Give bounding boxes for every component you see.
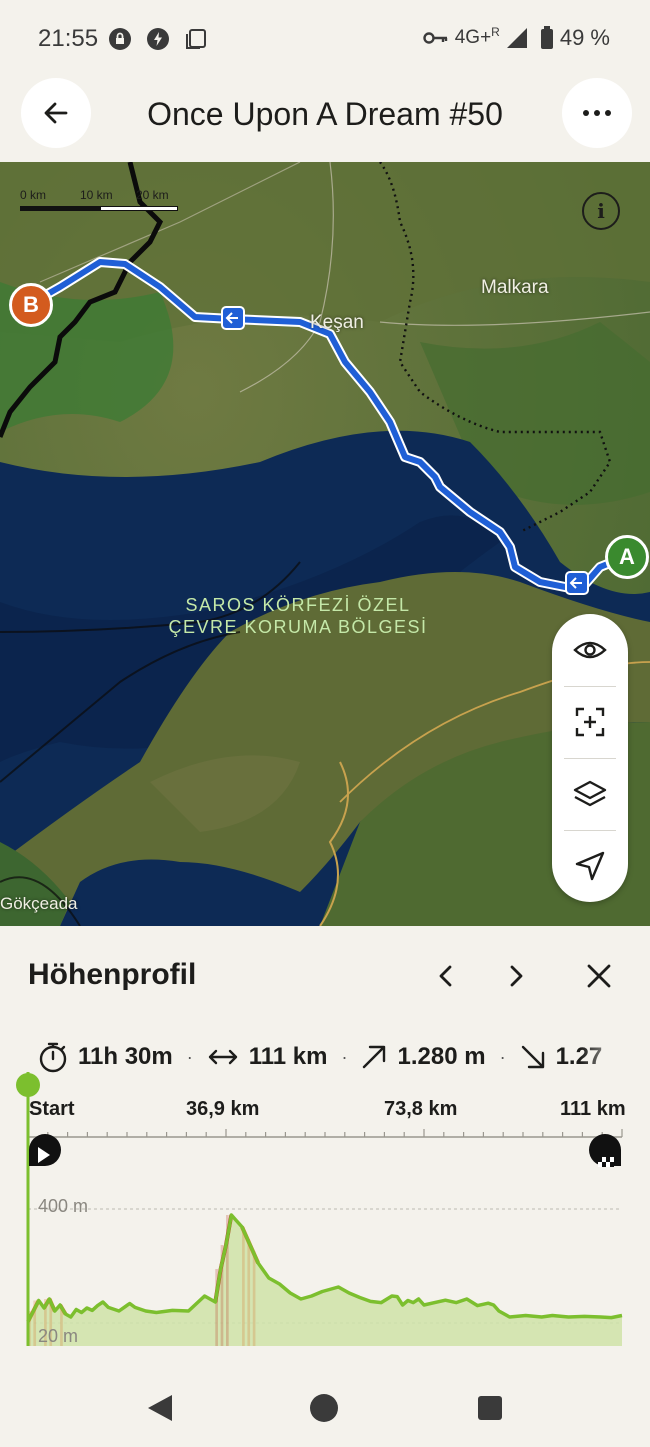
status-bar: 21:55 4G+ R 49 % <box>0 0 650 78</box>
protected-area-label: SAROS KÖRFEZİ ÖZEL ÇEVRE KORUMA BÖLGESİ <box>168 595 428 637</box>
page-title: Once Upon A Dream #50 <box>147 96 503 132</box>
route-map[interactable]: 0 km 10 km 20 km i Malkara Keşan Gökçead… <box>0 162 650 926</box>
top-bar: Once Upon A Dream #50 <box>0 78 650 162</box>
system-recents-button[interactable] <box>470 1388 510 1428</box>
system-icons: 4G+ R 49 % <box>423 25 610 51</box>
previous-button[interactable] <box>426 956 466 996</box>
system-nav-bar <box>0 1366 650 1447</box>
elevation-label-bottom: 20 m <box>38 1326 78 1346</box>
layers-icon <box>573 780 607 807</box>
place-label-malkara: Malkara <box>481 277 549 298</box>
roaming-indicator: R <box>491 25 500 39</box>
notification-icons <box>108 27 208 51</box>
fit-route-button[interactable] <box>552 686 628 758</box>
system-home-button[interactable] <box>304 1388 344 1428</box>
steep-band <box>242 1227 245 1346</box>
horizontal-arrows-icon <box>208 1049 237 1065</box>
locate-icon <box>575 851 605 881</box>
info-icon[interactable]: i <box>582 192 620 230</box>
elevation-label-top: 400 m <box>38 1196 88 1216</box>
direction-arrow-icon <box>565 571 589 595</box>
map-tools <box>552 614 628 902</box>
map-layers-button[interactable] <box>552 758 628 830</box>
vpn-key-icon <box>423 32 447 44</box>
home-circle-icon <box>310 1394 338 1422</box>
signal-icon <box>506 28 527 48</box>
close-icon <box>587 964 611 988</box>
panel-title: Höhenprofil <box>28 958 197 991</box>
elevation-panel: Höhenprofil 11h 30m · 111 km · 1.280 m ·… <box>0 926 650 1366</box>
place-label-kesan: Keşan <box>310 312 364 333</box>
status-time: 21:55 <box>38 25 99 52</box>
route-start-marker[interactable]: A <box>605 535 649 579</box>
back-triangle-icon <box>148 1395 172 1421</box>
elevation-area <box>28 1215 622 1346</box>
zoom-to-route-icon <box>575 707 605 737</box>
eye-icon <box>573 641 607 659</box>
axis-ticks <box>27 1129 623 1138</box>
route-end-marker[interactable]: B <box>9 283 53 327</box>
steep-band <box>247 1239 251 1346</box>
start-flag-icon <box>29 1134 61 1166</box>
network-type: 4G+ <box>454 27 492 48</box>
steep-band <box>252 1251 256 1346</box>
lock-notification-icon <box>109 28 131 50</box>
scale-tick: 10 km <box>80 188 113 202</box>
copy-notification-icon <box>186 29 206 49</box>
direction-arrow-icon <box>221 306 245 330</box>
scale-bar-white <box>100 206 178 211</box>
map-scale: 0 km 10 km 20 km <box>20 186 180 216</box>
my-location-button[interactable] <box>552 830 628 902</box>
position-handle[interactable] <box>16 1073 40 1097</box>
scale-bar-black <box>20 206 100 211</box>
next-button[interactable] <box>496 956 536 996</box>
toggle-visibility-button[interactable] <box>552 614 628 686</box>
close-button[interactable] <box>579 956 619 996</box>
battery-icon <box>540 26 553 49</box>
bolt-notification-icon <box>147 28 169 50</box>
chevron-left-icon <box>439 965 452 987</box>
place-label-gokceada: Gökçeada <box>0 894 78 913</box>
elevation-chart[interactable]: 400 m 20 m <box>0 1066 650 1346</box>
more-options-button[interactable] <box>562 78 632 148</box>
scale-tick: 20 km <box>136 188 169 202</box>
scale-tick: 0 km <box>20 188 47 202</box>
chevron-right-icon <box>510 965 523 987</box>
recents-square-icon <box>478 1396 502 1420</box>
battery-level: 49 % <box>559 25 610 50</box>
more-horizontal-icon <box>583 110 611 116</box>
system-back-button[interactable] <box>140 1388 180 1428</box>
finish-flag-icon <box>589 1134 621 1167</box>
